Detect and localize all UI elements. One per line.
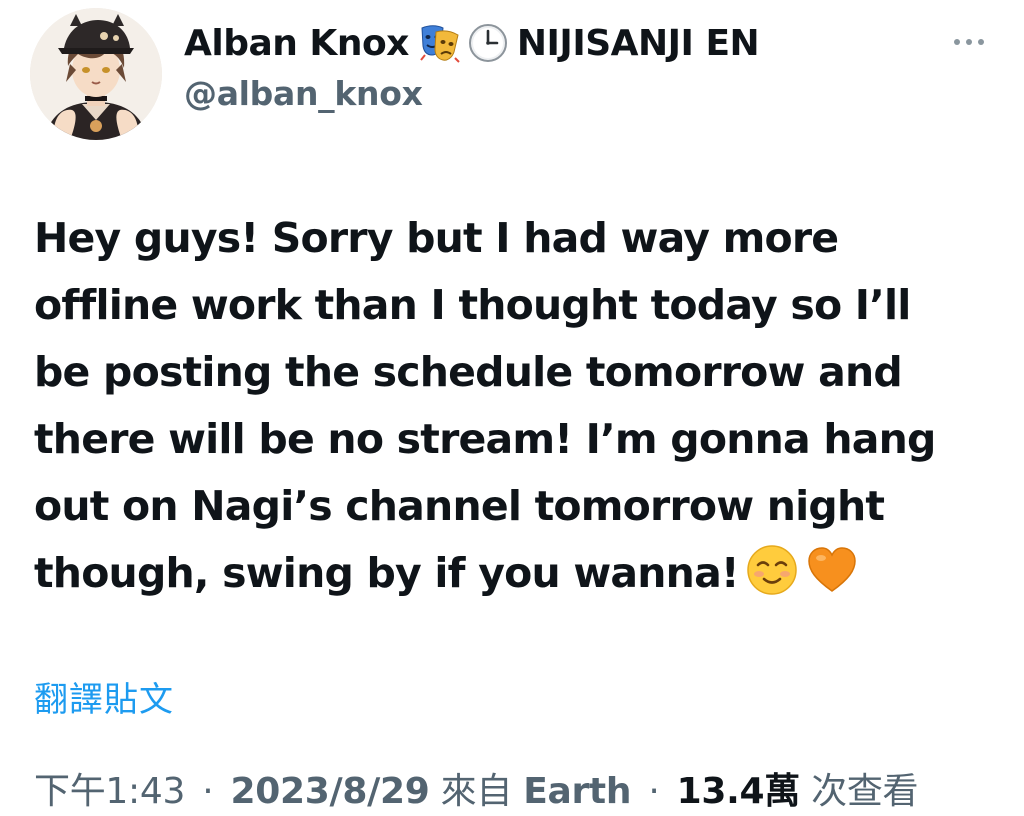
tweet-line: out on Nagi’s channel tomorrow night (34, 482, 885, 530)
tweet-line: though, swing by if you wanna! (34, 549, 740, 597)
meta-separator: · (202, 771, 214, 812)
ellipsis-dot (978, 39, 984, 45)
tweet-line: offline work than I thought today so I’l… (34, 281, 911, 329)
avatar[interactable] (30, 8, 162, 140)
tweet-header: Alban Knox NIJISANJI EN @alban_knox (0, 0, 1024, 150)
tweet-line: be posting the schedule tomorrow and (34, 348, 903, 396)
author-affiliation: NIJISANJI EN (516, 22, 760, 64)
post-time[interactable]: 下午1:43 (34, 771, 185, 812)
author-name-line: Alban Knox NIJISANJI EN (184, 18, 760, 68)
source-prefix: 來自 (440, 771, 513, 812)
ellipsis-icon (954, 39, 960, 45)
author-display-name[interactable]: Alban Knox (184, 23, 409, 64)
views-count[interactable]: 13.4萬 (677, 771, 801, 812)
post-source: Earth (523, 771, 632, 812)
meta-separator: · (648, 771, 660, 812)
translate-post-link[interactable]: 翻譯貼文 (34, 672, 174, 721)
post-date[interactable]: 2023/8/29 (231, 771, 430, 812)
views-label: 次查看 (811, 771, 919, 812)
author-handle[interactable]: @alban_knox (184, 74, 423, 113)
more-options-button[interactable] (944, 22, 994, 62)
avatar-image (30, 8, 162, 140)
tweet-text: Hey guys! Sorry but I had way more offli… (34, 205, 984, 607)
tweet-last-line: though, swing by if you wanna! (34, 540, 984, 607)
tweet-line: there will be no stream! I’m gonna hang (34, 415, 936, 463)
clock-icon (467, 22, 509, 64)
tweet-meta: 下午1:43 · 2023/8/29 來自 Earth · 13.4萬 次查看 (34, 762, 919, 814)
orange-heart-icon (805, 543, 859, 597)
ellipsis-dot (966, 39, 972, 45)
performing-arts-mask-icon (419, 22, 461, 64)
smiling-face-icon (745, 543, 799, 597)
tweet-line: Hey guys! Sorry but I had way more (34, 214, 839, 262)
